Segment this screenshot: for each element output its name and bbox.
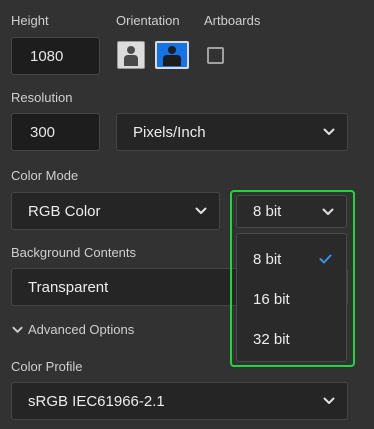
bit-depth-option-8[interactable]: 8 bit — [237, 239, 346, 279]
color-profile-value: sRGB IEC61966-2.1 — [28, 392, 165, 410]
resolution-input[interactable]: 300 — [11, 113, 100, 151]
checkmark-icon — [319, 254, 332, 264]
bit-depth-select[interactable]: 8 bit — [236, 195, 347, 228]
background-contents-value: Transparent — [28, 278, 109, 296]
orientation-label: Orientation — [116, 13, 180, 28]
background-contents-label: Background Contents — [11, 245, 137, 260]
bit-depth-value: 8 bit — [253, 203, 282, 220]
resolution-unit-select[interactable]: Pixels/Inch — [116, 113, 348, 151]
resolution-unit-value: Pixels/Inch — [133, 123, 206, 141]
resolution-value: 300 — [30, 123, 56, 141]
resolution-label: Resolution — [11, 90, 73, 105]
artboards-label: Artboards — [204, 13, 261, 28]
bit-depth-option-label: 16 bit — [253, 290, 290, 308]
advanced-options-label: Advanced Options — [28, 322, 135, 337]
landscape-orientation-button[interactable] — [155, 41, 189, 69]
artboards-checkbox[interactable] — [207, 47, 224, 64]
color-mode-select[interactable]: RGB Color — [11, 192, 220, 230]
bit-depth-option-16[interactable]: 16 bit — [237, 279, 346, 319]
portrait-icon — [124, 46, 138, 66]
chevron-down-icon — [323, 128, 335, 135]
height-input[interactable]: 1080 — [11, 37, 100, 75]
chevron-down-icon — [323, 397, 335, 404]
color-mode-value: RGB Color — [28, 202, 101, 220]
bit-depth-option-32[interactable]: 32 bit — [237, 319, 346, 359]
bit-depth-option-label: 32 bit — [253, 330, 290, 348]
color-profile-label: Color Profile — [11, 359, 83, 374]
height-value: 1080 — [30, 47, 64, 65]
chevron-down-icon — [195, 207, 207, 214]
advanced-options-toggle[interactable]: Advanced Options — [12, 322, 134, 337]
color-mode-label: Color Mode — [11, 168, 79, 183]
bit-depth-option-label: 8 bit — [253, 250, 282, 268]
landscape-icon — [163, 46, 181, 66]
chevron-down-icon — [12, 326, 23, 333]
chevron-down-icon — [322, 208, 334, 215]
color-profile-select[interactable]: sRGB IEC61966-2.1 — [11, 382, 348, 420]
bit-depth-menu: 8 bit 16 bit 32 bit — [236, 233, 347, 362]
portrait-orientation-button[interactable] — [117, 41, 145, 69]
height-label: Height — [11, 13, 49, 28]
